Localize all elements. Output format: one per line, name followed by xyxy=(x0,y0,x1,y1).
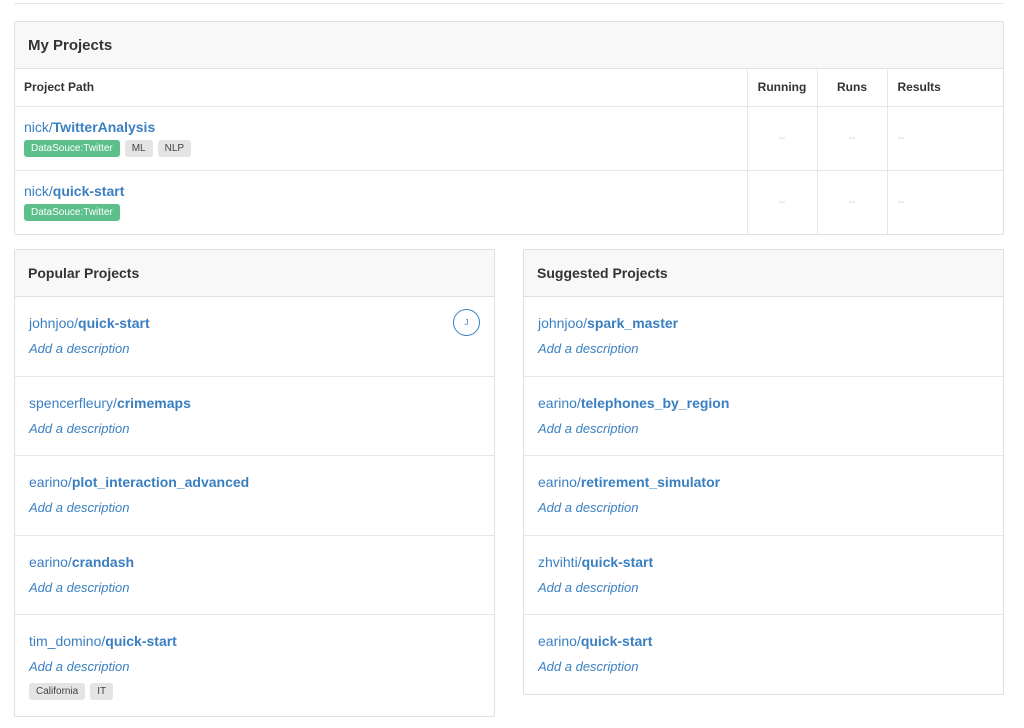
project-path-cell: nick/quick-start DataSouce:Twitter xyxy=(15,170,747,234)
add-description-link[interactable]: Add a description xyxy=(538,421,989,436)
column-results[interactable]: Results xyxy=(886,69,1003,107)
tag-badge[interactable]: DataSouce:Twitter xyxy=(24,140,120,157)
add-description-link[interactable]: Add a description xyxy=(29,500,480,515)
project-owner: earino/ xyxy=(538,474,581,490)
my-projects-table: Project Path Running Runs Results nick/T… xyxy=(15,69,1003,234)
tag-list: California IT xyxy=(29,683,480,700)
table-row: nick/quick-start DataSouce:Twitter -- --… xyxy=(15,170,1003,234)
suggested-projects-title: Suggested Projects xyxy=(524,250,1003,297)
add-description-link[interactable]: Add a description xyxy=(29,341,480,356)
project-owner: earino/ xyxy=(29,474,72,490)
add-description-link[interactable]: Add a description xyxy=(29,659,480,674)
list-item: tim_domino/quick-start Add a description… xyxy=(15,615,494,716)
project-link[interactable]: earino/quick-start xyxy=(538,633,652,649)
my-projects-title: My Projects xyxy=(15,22,1003,69)
tag-badge[interactable]: California xyxy=(29,683,86,700)
popular-projects-panel: Popular Projects johnjoo/quick-start Add… xyxy=(14,249,495,717)
project-owner: earino/ xyxy=(538,394,581,411)
project-link[interactable]: nick/TwitterAnalysis xyxy=(24,119,155,135)
list-item: spencerfleury/crimemaps Add a descriptio… xyxy=(15,377,494,456)
project-name: retirement_simulator xyxy=(580,474,721,490)
project-name: plot_interaction_advanced xyxy=(71,474,250,490)
list-item: earino/telephones_by_region Add a descri… xyxy=(524,377,1003,456)
project-link[interactable]: earino/crandash xyxy=(29,554,134,570)
project-owner: spencerfleury/ xyxy=(29,394,117,411)
project-name: TwitterAnalysis xyxy=(52,119,156,135)
popular-projects-title: Popular Projects xyxy=(15,250,494,297)
project-name: quick-start xyxy=(580,633,653,649)
table-row: nick/TwitterAnalysis DataSouce:Twitter M… xyxy=(15,106,1003,171)
project-link[interactable]: zhvihti/quick-start xyxy=(538,554,653,570)
list-item: zhvihti/quick-start Add a description xyxy=(524,536,1003,615)
tag-badge[interactable]: ML xyxy=(124,140,153,157)
column-running[interactable]: Running xyxy=(746,69,817,107)
add-description-link[interactable]: Add a description xyxy=(29,421,480,436)
table-header-row: Project Path Running Runs Results xyxy=(15,69,1003,107)
suggested-projects-panel: Suggested Projects johnjoo/spark_master … xyxy=(523,249,1004,695)
runs-value: -- xyxy=(816,170,887,234)
list-item: earino/retirement_simulator Add a descri… xyxy=(524,456,1003,536)
project-name: quick-start xyxy=(105,633,177,649)
list-item: earino/plot_interaction_advanced Add a d… xyxy=(15,456,494,536)
my-projects-panel: My Projects Project Path Running Runs Re… xyxy=(14,21,1004,235)
project-name: crandash xyxy=(71,553,135,570)
column-project-path[interactable]: Project Path xyxy=(15,69,747,107)
tag-list: DataSouce:Twitter ML NLP xyxy=(24,140,738,157)
project-name: quick-start xyxy=(581,553,654,570)
project-owner: earino/ xyxy=(538,633,581,649)
add-description-link[interactable]: Add a description xyxy=(29,580,480,595)
runs-value: -- xyxy=(816,106,887,171)
project-link[interactable]: earino/plot_interaction_advanced xyxy=(29,474,249,490)
tag-badge[interactable]: NLP xyxy=(157,140,192,157)
project-owner: nick/ xyxy=(24,183,53,200)
project-name: crimemaps xyxy=(116,394,191,411)
column-runs[interactable]: Runs xyxy=(816,69,887,107)
project-link[interactable]: nick/quick-start xyxy=(24,183,124,199)
project-name: telephones_by_region xyxy=(580,394,730,411)
project-link[interactable]: earino/retirement_simulator xyxy=(538,474,720,490)
project-owner: johnjoo/ xyxy=(538,315,588,331)
top-divider xyxy=(14,0,1004,4)
list-item: johnjoo/spark_master Add a description xyxy=(524,297,1003,377)
tag-badge[interactable]: IT xyxy=(90,683,114,700)
project-name: quick-start xyxy=(52,183,125,200)
add-description-link[interactable]: Add a description xyxy=(538,500,989,515)
project-name: quick-start xyxy=(78,315,150,331)
project-owner: johnjoo/ xyxy=(29,315,79,331)
tag-badge[interactable]: DataSouce:Twitter xyxy=(24,204,120,222)
project-owner: nick/ xyxy=(24,119,53,135)
results-value: -- xyxy=(886,170,1003,234)
avatar[interactable]: J xyxy=(453,309,480,336)
add-description-link[interactable]: Add a description xyxy=(538,659,989,674)
running-value: -- xyxy=(746,170,817,234)
add-description-link[interactable]: Add a description xyxy=(538,341,989,356)
project-owner: earino/ xyxy=(29,553,72,570)
list-item: johnjoo/quick-start Add a description J xyxy=(15,297,494,377)
project-link[interactable]: johnjoo/spark_master xyxy=(538,315,678,331)
project-name: spark_master xyxy=(587,315,679,331)
list-item: earino/quick-start Add a description xyxy=(524,615,1003,695)
add-description-link[interactable]: Add a description xyxy=(538,580,989,595)
results-value: -- xyxy=(886,106,1003,171)
project-owner: tim_domino/ xyxy=(29,633,106,649)
project-path-cell: nick/TwitterAnalysis DataSouce:Twitter M… xyxy=(15,106,747,171)
project-owner: zhvihti/ xyxy=(538,553,582,570)
tag-list: DataSouce:Twitter xyxy=(24,204,738,222)
project-link[interactable]: spencerfleury/crimemaps xyxy=(29,395,191,411)
project-link[interactable]: johnjoo/quick-start xyxy=(29,315,150,331)
running-value: -- xyxy=(746,106,817,171)
list-item: earino/crandash Add a description xyxy=(15,536,494,615)
project-link[interactable]: tim_domino/quick-start xyxy=(29,633,177,649)
project-link[interactable]: earino/telephones_by_region xyxy=(538,395,729,411)
